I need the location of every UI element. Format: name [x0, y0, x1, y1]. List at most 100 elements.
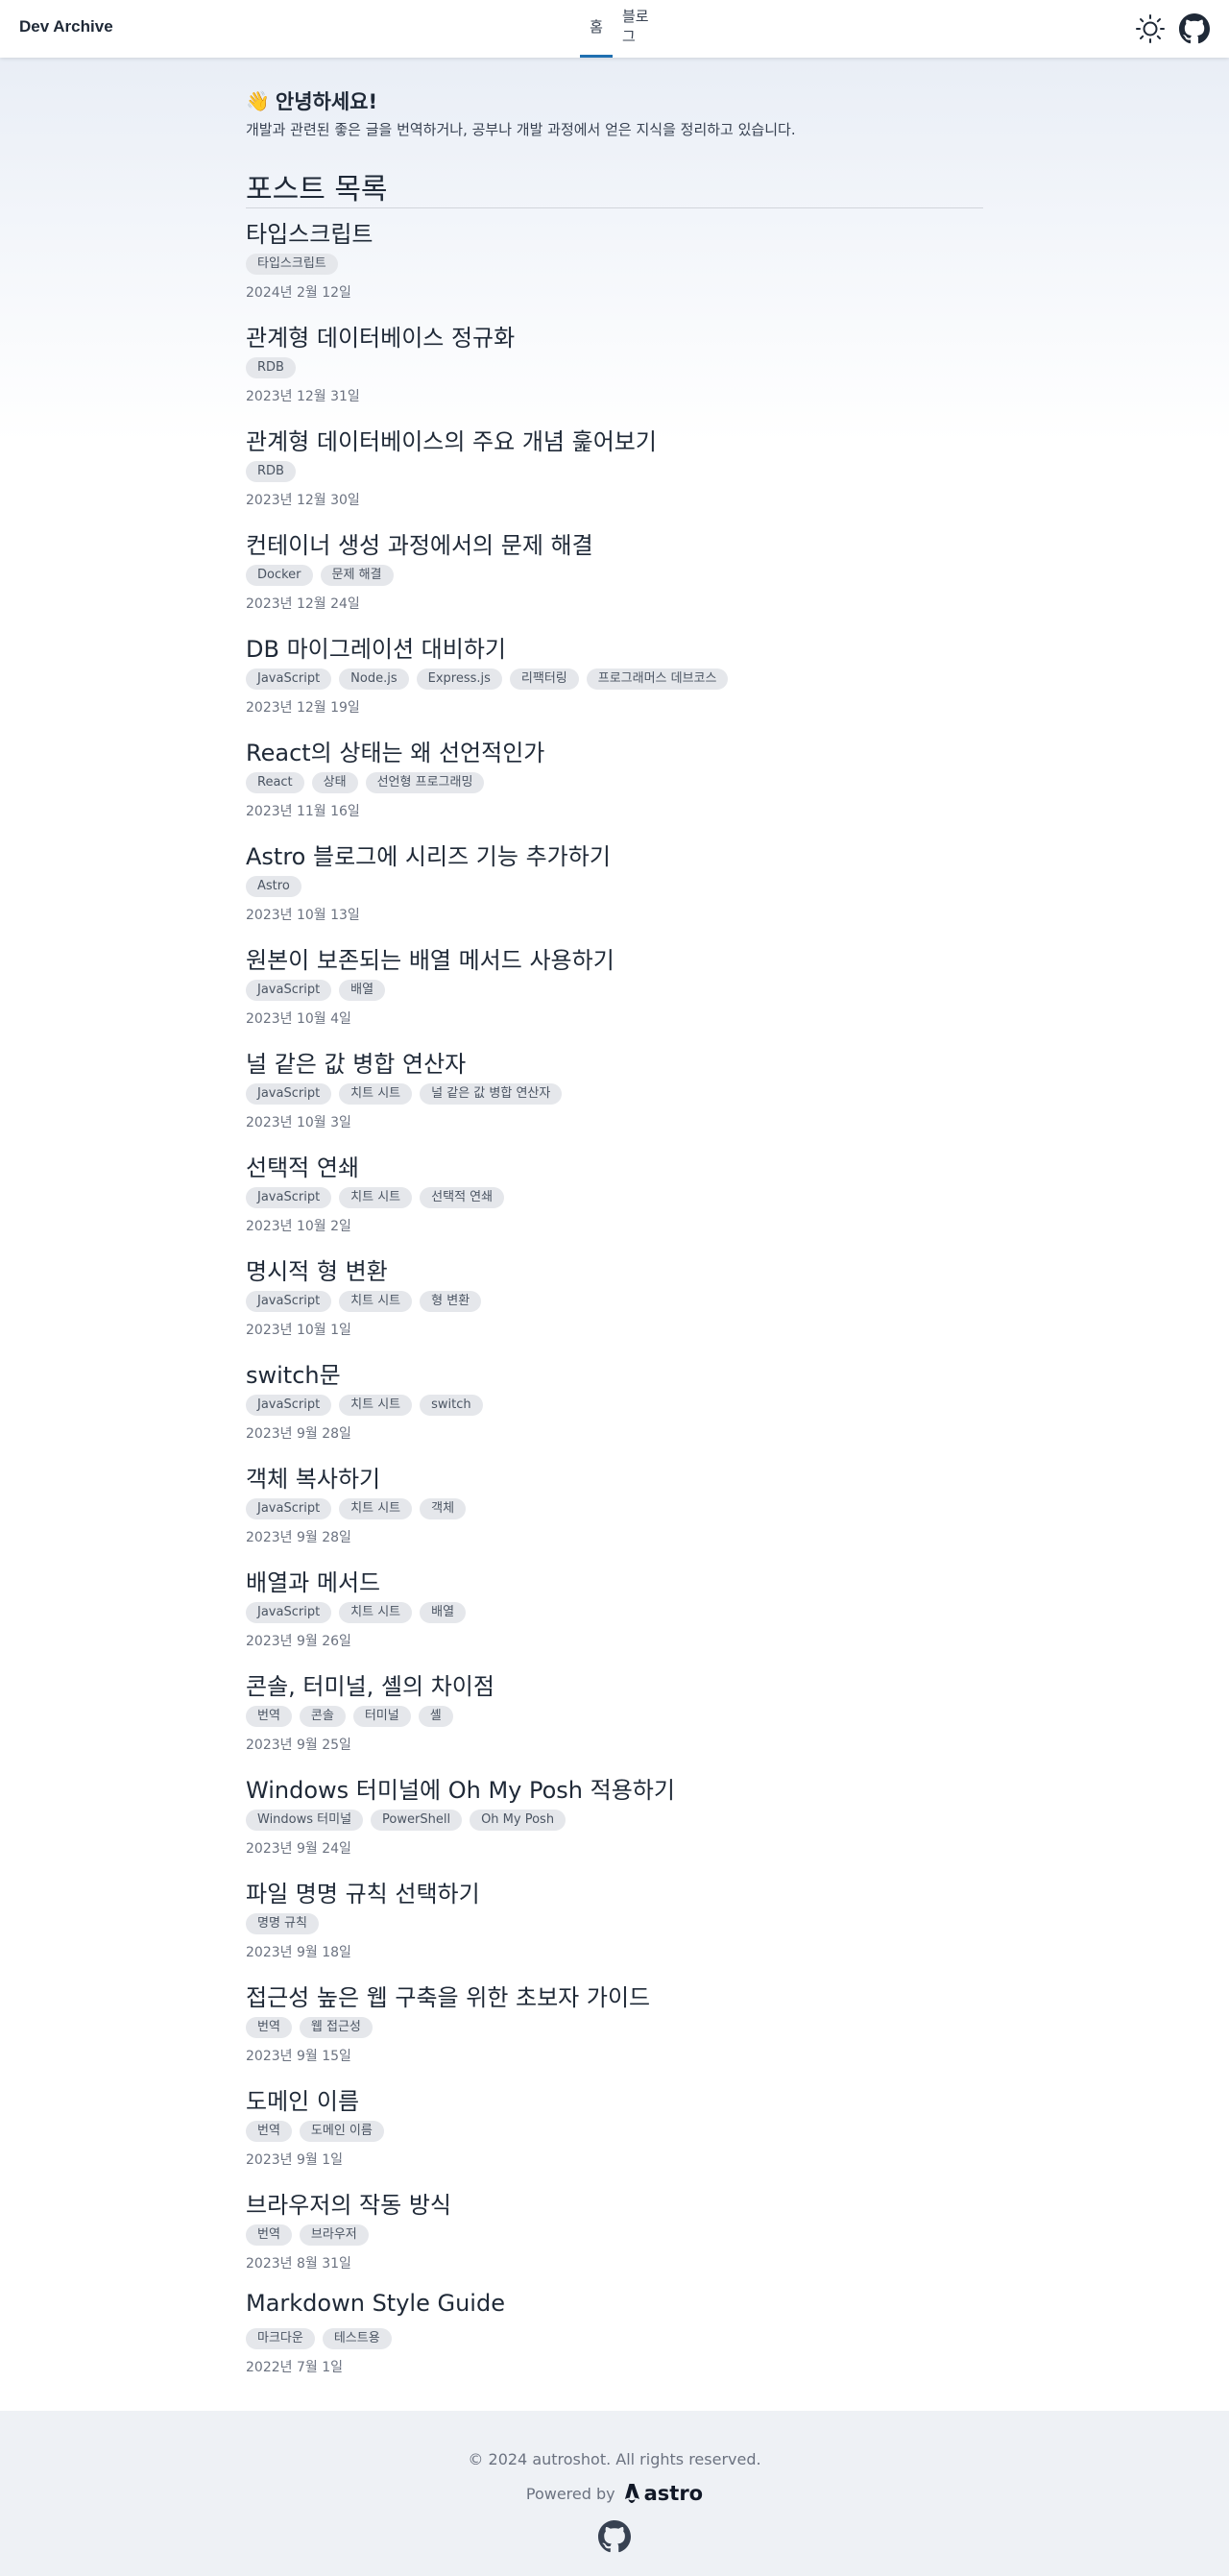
github-icon [598, 2520, 631, 2553]
tag-badge: Astro [246, 876, 301, 897]
astro-wordmark: astro [643, 2482, 704, 2505]
post-tags: JavaScript Node.js Express.js 리팩터링 프로그래머스 데브… [246, 668, 729, 690]
nav-blog[interactable]: 블로그 [614, 0, 661, 58]
post-tags: 번역 웹 접근성 [246, 2017, 373, 2038]
footer-github-link[interactable] [598, 2520, 631, 2553]
section-title: 포스트 목록 [246, 173, 388, 207]
post-item: 관계형 데이터베이스의 주요 개념 훑어보기 RDB 2023년 12월 30일 [246, 423, 983, 526]
tag-badge: 널 같은 값 병합 연산자 [420, 1083, 563, 1105]
post-item: Windows 터미널에 Oh My Posh 적용하기 Windows 터미널 P… [246, 1771, 983, 1875]
post-tags: 마크다운 테스트용 [246, 2328, 392, 2349]
tag-badge: Node.js [339, 668, 409, 690]
nav-home[interactable]: 홈 [580, 0, 613, 58]
post-title-link[interactable]: React의 상태는 왜 선언적인가 [246, 734, 544, 767]
intro-title-text: 안녕하세요! [275, 90, 378, 113]
post-title-link[interactable]: 접근성 높은 웹 구축을 위한 초보자 가이드 [246, 1979, 650, 2012]
github-link[interactable] [1177, 12, 1212, 46]
post-date: 2023년 9월 26일 [246, 1634, 351, 1649]
tag-badge: 문제 해결 [320, 565, 394, 586]
site-footer: © 2024 autroshot. All rights reserved. P… [0, 2411, 1229, 2576]
post-tags: JavaScript 치트 시트 선택적 연쇄 [246, 1187, 505, 1208]
post-title-link[interactable]: Markdown Style Guide [246, 2290, 505, 2317]
post-item: 원본이 보존되는 배열 메서드 사용하기 JavaScript 배열 2023년 10… [246, 941, 983, 1045]
post-title-link[interactable]: 도메인 이름 [246, 2082, 359, 2116]
post-item: 널 같은 값 병합 연산자 JavaScript 치트 시트 널 같은 값 병합 연산… [246, 1045, 983, 1149]
post-item: 명시적 형 변환 JavaScript 치트 시트 형 변환 2023년 10월 1일 [246, 1252, 983, 1356]
tag-badge: 치트 시트 [339, 1395, 413, 1416]
post-tags: React 상태 선언형 프로그래밍 [246, 772, 485, 793]
post-item: 콘솔, 터미널, 셸의 차이점 번역 콘솔 터미널 셸 2023년 9월 25일 [246, 1667, 983, 1771]
tag-badge: 치트 시트 [339, 1602, 413, 1623]
post-date: 2023년 12월 31일 [246, 389, 360, 404]
tag-badge: 선택적 연쇄 [420, 1187, 505, 1208]
post-date: 2023년 12월 30일 [246, 493, 360, 508]
tag-badge: 번역 [246, 2224, 292, 2246]
post-title-link[interactable]: 선택적 연쇄 [246, 1149, 359, 1182]
post-item: 관계형 데이터베이스 정규화 RDB 2023년 12월 31일 [246, 319, 983, 423]
post-tags: Astro [246, 876, 301, 897]
tag-badge: Express.js [416, 668, 502, 690]
post-tags: Windows 터미널 PowerShell Oh My Posh [246, 1810, 566, 1831]
tag-badge: JavaScript [246, 980, 332, 1001]
post-title-link[interactable]: 컨테이너 생성 과정에서의 문제 해결 [246, 526, 593, 560]
tag-badge: JavaScript [246, 668, 332, 690]
tag-badge: 리팩터링 [509, 668, 579, 690]
post-title-link[interactable]: 관계형 데이터베이스의 주요 개념 훑어보기 [246, 423, 657, 456]
copyright-text: © 2024 autroshot. All rights reserved. [468, 2450, 761, 2468]
intro-description: 개발과 관련된 좋은 글을 번역하거나, 공부나 개발 과정에서 얻은 지식을 … [246, 121, 796, 138]
tag-badge: RDB [246, 461, 296, 482]
post-date: 2023년 9월 28일 [246, 1530, 351, 1545]
post-item: 컨테이너 생성 과정에서의 문제 해결 Docker 문제 해결 2023년 12월 … [246, 526, 983, 630]
post-title-link[interactable]: 관계형 데이터베이스 정규화 [246, 319, 515, 352]
post-tags: RDB [246, 357, 296, 378]
post-title-link[interactable]: Windows 터미널에 Oh My Posh 적용하기 [246, 1771, 675, 1805]
post-date: 2023년 12월 19일 [246, 700, 360, 716]
post-title-link[interactable]: 명시적 형 변환 [246, 1252, 388, 1286]
tag-badge: 마크다운 [246, 2328, 315, 2349]
tag-badge: 치트 시트 [339, 1291, 413, 1312]
tag-badge: 도메인 이름 [299, 2121, 384, 2142]
post-tags: 명명 규칙 [246, 1913, 319, 1934]
post-item: switch문 JavaScript 치트 시트 switch 2023년 9월 28일 [246, 1356, 983, 1460]
post-title-link[interactable]: 객체 복사하기 [246, 1460, 380, 1494]
tag-badge: 상태 [311, 772, 358, 793]
post-date: 2023년 8월 31일 [246, 2256, 351, 2272]
post-title-link[interactable]: 타입스크립트 [246, 215, 373, 249]
powered-by-label: Powered by [525, 2484, 615, 2503]
powered-by: Powered by astro [0, 2482, 1229, 2505]
tag-badge: 테스트용 [322, 2328, 392, 2349]
astro-link[interactable]: astro [623, 2482, 704, 2505]
tag-badge: 선언형 프로그래밍 [365, 772, 485, 793]
tag-badge: Windows 터미널 [246, 1810, 364, 1831]
post-title-link[interactable]: DB 마이그레이션 대비하기 [246, 630, 506, 664]
astro-logo-icon [624, 2484, 639, 2503]
post-title-link[interactable]: 널 같은 값 병합 연산자 [246, 1045, 466, 1079]
post-title-link[interactable]: 파일 명명 규칙 선택하기 [246, 1875, 480, 1908]
post-tags: 번역 콘솔 터미널 셸 [246, 1706, 453, 1727]
tag-badge: PowerShell [371, 1810, 463, 1831]
post-date: 2023년 10월 3일 [246, 1115, 351, 1130]
post-item: 파일 명명 규칙 선택하기명명 규칙 2023년 9월 18일 [246, 1875, 983, 1979]
post-date: 2023년 9월 24일 [246, 1841, 351, 1857]
brand-link[interactable]: Dev Archive [19, 17, 113, 36]
post-title-link[interactable]: switch문 [246, 1356, 341, 1390]
post-title-link[interactable]: 배열과 메서드 [246, 1564, 380, 1597]
post-tags: 번역 도메인 이름 [246, 2121, 384, 2142]
post-item: 객체 복사하기 JavaScript 치트 시트 객체 2023년 9월 28일 [246, 1460, 983, 1564]
post-title-link[interactable]: Astro 블로그에 시리즈 기능 추가하기 [246, 838, 611, 871]
post-tags: JavaScript 배열 [246, 980, 386, 1001]
post-title-link[interactable]: 브라우저의 작동 방식 [246, 2186, 451, 2220]
post-tags: RDB [246, 461, 296, 482]
post-title-link[interactable]: 원본이 보존되는 배열 메서드 사용하기 [246, 941, 614, 975]
sun-icon [1136, 14, 1165, 43]
theme-toggle-button[interactable] [1133, 12, 1168, 46]
post-title-link[interactable]: 콘솔, 터미널, 셸의 차이점 [246, 1667, 494, 1701]
post-item: DB 마이그레이션 대비하기 JavaScript Node.js Express.j… [246, 630, 983, 734]
waving-hand-icon: 👋 [246, 89, 270, 112]
post-date: 2023년 10월 4일 [246, 1011, 351, 1027]
post-tags: Docker 문제 해결 [246, 565, 394, 586]
post-date: 2023년 9월 18일 [246, 1945, 351, 1960]
tag-badge: Oh My Posh [470, 1810, 566, 1831]
tag-badge: JavaScript [246, 1083, 332, 1105]
tag-badge: 객체 [420, 1498, 467, 1519]
